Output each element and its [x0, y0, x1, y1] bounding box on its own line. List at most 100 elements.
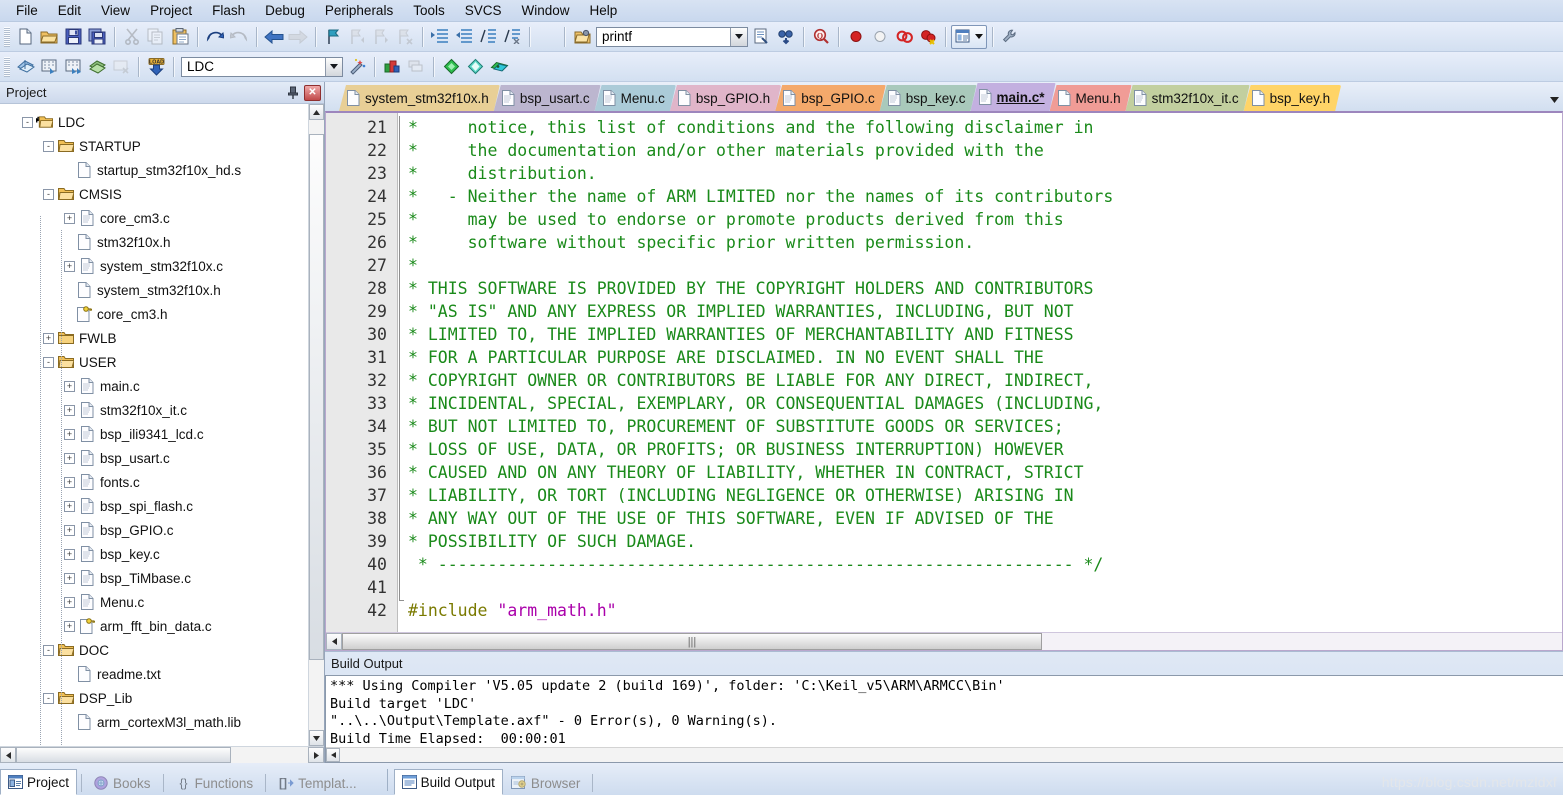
editor-tab-bsp-usart-c[interactable]: bsp_usart.c	[494, 85, 601, 111]
scroll-track-bottom[interactable]	[309, 660, 324, 730]
scroll-down-button[interactable]	[309, 730, 324, 746]
editor-tab-bsp-gpio-h[interactable]: bsp_GPIO.h	[670, 85, 781, 111]
tree-file-core-cm3-c[interactable]: + core_cm3.c	[0, 206, 308, 230]
dock-tab-templat---[interactable]: [] Templat...	[270, 771, 365, 795]
cut-button[interactable]	[120, 25, 144, 49]
manage-runtime-button[interactable]	[463, 55, 487, 79]
tree-expander[interactable]: +	[64, 596, 75, 608]
tree-expander[interactable]: +	[43, 332, 54, 344]
tree-expander[interactable]: +	[64, 380, 75, 392]
indent-button[interactable]	[428, 25, 452, 49]
build-scroll-left-button[interactable]	[326, 748, 340, 762]
tree-file-bsp-spi-flash-c[interactable]: + bsp_spi_flash.c	[0, 494, 308, 518]
code-area[interactable]: 21 22 23 24 25 26 27 28 29 30 31 32 33 34 35 36 37 38 39 40…	[326, 113, 1562, 632]
kill-all-breakpoints-button[interactable]	[892, 25, 916, 49]
select-packs-button[interactable]	[487, 55, 511, 79]
scroll-right-button[interactable]	[308, 747, 324, 763]
code-text[interactable]: * notice, this list of conditions and th…	[404, 113, 1562, 632]
tree-group-doc[interactable]: - DOC	[0, 638, 308, 662]
tree-expander[interactable]: -	[22, 116, 33, 128]
tree-expander[interactable]: +	[64, 212, 75, 224]
disable-breakpoint-button[interactable]	[868, 25, 892, 49]
editor-tab-bsp-key-h[interactable]: bsp_key.h	[1244, 85, 1342, 111]
editor-tab-main-c-[interactable]: main.c*	[971, 83, 1056, 111]
save-all-button[interactable]	[85, 25, 109, 49]
chevron-down-icon[interactable]	[1547, 90, 1561, 108]
dock-tab-browser[interactable]: Browser	[503, 771, 589, 795]
editor-tab-stm32f10x-it-c[interactable]: stm32f10x_it.c	[1126, 85, 1250, 111]
dock-tab-books[interactable]: Books	[86, 771, 159, 795]
dock-tab-project[interactable]: Project	[0, 769, 78, 795]
menu-item-tools[interactable]: Tools	[403, 1, 455, 20]
toolbar-grip[interactable]	[4, 56, 10, 77]
new-file-button[interactable]	[13, 25, 37, 49]
target-select-value[interactable]: LDC	[182, 58, 325, 76]
find-input[interactable]: printf	[597, 28, 730, 46]
tree-file-startup-stm32f10x-hd-s[interactable]: startup_stm32f10x_hd.s	[0, 158, 308, 182]
tree-expander[interactable]: -	[43, 188, 54, 200]
find-combo[interactable]: printf	[596, 26, 748, 47]
manage-project-items-button[interactable]	[380, 55, 404, 79]
project-tree-hscrollbar[interactable]	[0, 746, 324, 763]
rebuild-all-button[interactable]	[61, 55, 85, 79]
open-file-button[interactable]	[37, 25, 61, 49]
translate-file-button[interactable]	[13, 55, 37, 79]
tree-file-main-c[interactable]: + main.c	[0, 374, 308, 398]
tree-expander[interactable]: -	[43, 644, 54, 656]
tree-group-cmsis[interactable]: - CMSIS	[0, 182, 308, 206]
tree-file-system-stm32f10x-h[interactable]: system_stm32f10x.h	[0, 278, 308, 302]
target-combo[interactable]: LDC	[181, 56, 343, 77]
tree-file-system-stm32f10x-c[interactable]: + system_stm32f10x.c	[0, 254, 308, 278]
target-combo-arrow[interactable]	[325, 57, 342, 76]
tree-group-user[interactable]: - USER	[0, 350, 308, 374]
menu-item-edit[interactable]: Edit	[48, 1, 91, 20]
find-in-files-button[interactable]	[750, 25, 774, 49]
tree-file-stm32f10x-h[interactable]: stm32f10x.h	[0, 230, 308, 254]
navigate-back-button[interactable]	[262, 25, 286, 49]
editor-hscroll-thumb[interactable]: |||	[342, 633, 1042, 650]
tree-file-bsp-ili9341-lcd-c[interactable]: + bsp_ili9341_lcd.c	[0, 422, 308, 446]
tree-group-dsp_lib[interactable]: - DSP_Lib	[0, 686, 308, 710]
tree-expander[interactable]: +	[64, 260, 75, 272]
tree-expander[interactable]: +	[64, 476, 75, 488]
tree-expander[interactable]: -	[43, 140, 54, 152]
editor-tab-bsp-gpio-c[interactable]: bsp_GPIO.c	[775, 85, 886, 111]
menu-item-flash[interactable]: Flash	[202, 1, 255, 20]
tree-expander[interactable]: +	[64, 404, 75, 416]
disable-all-breakpoints-button[interactable]	[916, 25, 940, 49]
tree-file-bsp-timbase-c[interactable]: + bsp_TiMbase.c	[0, 566, 308, 590]
menu-item-debug[interactable]: Debug	[255, 1, 315, 20]
insert-breakpoint-button[interactable]	[844, 25, 868, 49]
tree-file-stm32f10x-it-c[interactable]: + stm32f10x_it.c	[0, 398, 308, 422]
tree-file-bsp-gpio-c[interactable]: + bsp_GPIO.c	[0, 518, 308, 542]
editor-tab-system-stm32f10x-h[interactable]: system_stm32f10x.h	[339, 85, 500, 111]
menu-item-help[interactable]: Help	[580, 1, 628, 20]
tree-expander[interactable]: +	[64, 572, 75, 584]
build-hscroll-track[interactable]	[340, 748, 1563, 762]
bookmark-clear-button[interactable]	[393, 25, 417, 49]
scroll-left-button[interactable]	[0, 747, 16, 763]
code-editor[interactable]: 21 22 23 24 25 26 27 28 29 30 31 32 33 34 35 36 37 38 39 40…	[325, 111, 1563, 651]
comment-lines-button[interactable]	[476, 25, 500, 49]
tree-expander[interactable]: +	[64, 500, 75, 512]
menu-item-view[interactable]: View	[91, 1, 140, 20]
tree-expander[interactable]: +	[64, 428, 75, 440]
bookmark-next-button[interactable]	[369, 25, 393, 49]
menu-item-window[interactable]: Window	[511, 1, 579, 20]
dock-tab-functions[interactable]: {} Functions	[168, 771, 262, 795]
dock-tab-build-output[interactable]: Build Output	[393, 769, 503, 795]
outdent-button[interactable]	[452, 25, 476, 49]
tree-expander[interactable]: +	[64, 452, 75, 464]
find-combo-arrow[interactable]	[730, 27, 747, 46]
scroll-up-button[interactable]	[309, 104, 324, 120]
window-layout-button[interactable]	[951, 24, 987, 49]
menu-item-svcs[interactable]: SVCS	[455, 1, 512, 20]
hscroll-thumb[interactable]	[16, 747, 231, 763]
tree-file-bsp-key-c[interactable]: + bsp_key.c	[0, 542, 308, 566]
hscroll-track[interactable]	[231, 747, 308, 763]
tree-file-readme-txt[interactable]: readme.txt	[0, 662, 308, 686]
tree-expander[interactable]: -	[43, 356, 54, 368]
project-tree-vscrollbar[interactable]	[308, 104, 324, 746]
close-icon[interactable]: ✕	[304, 84, 321, 101]
tree-expander[interactable]: +	[64, 524, 75, 536]
